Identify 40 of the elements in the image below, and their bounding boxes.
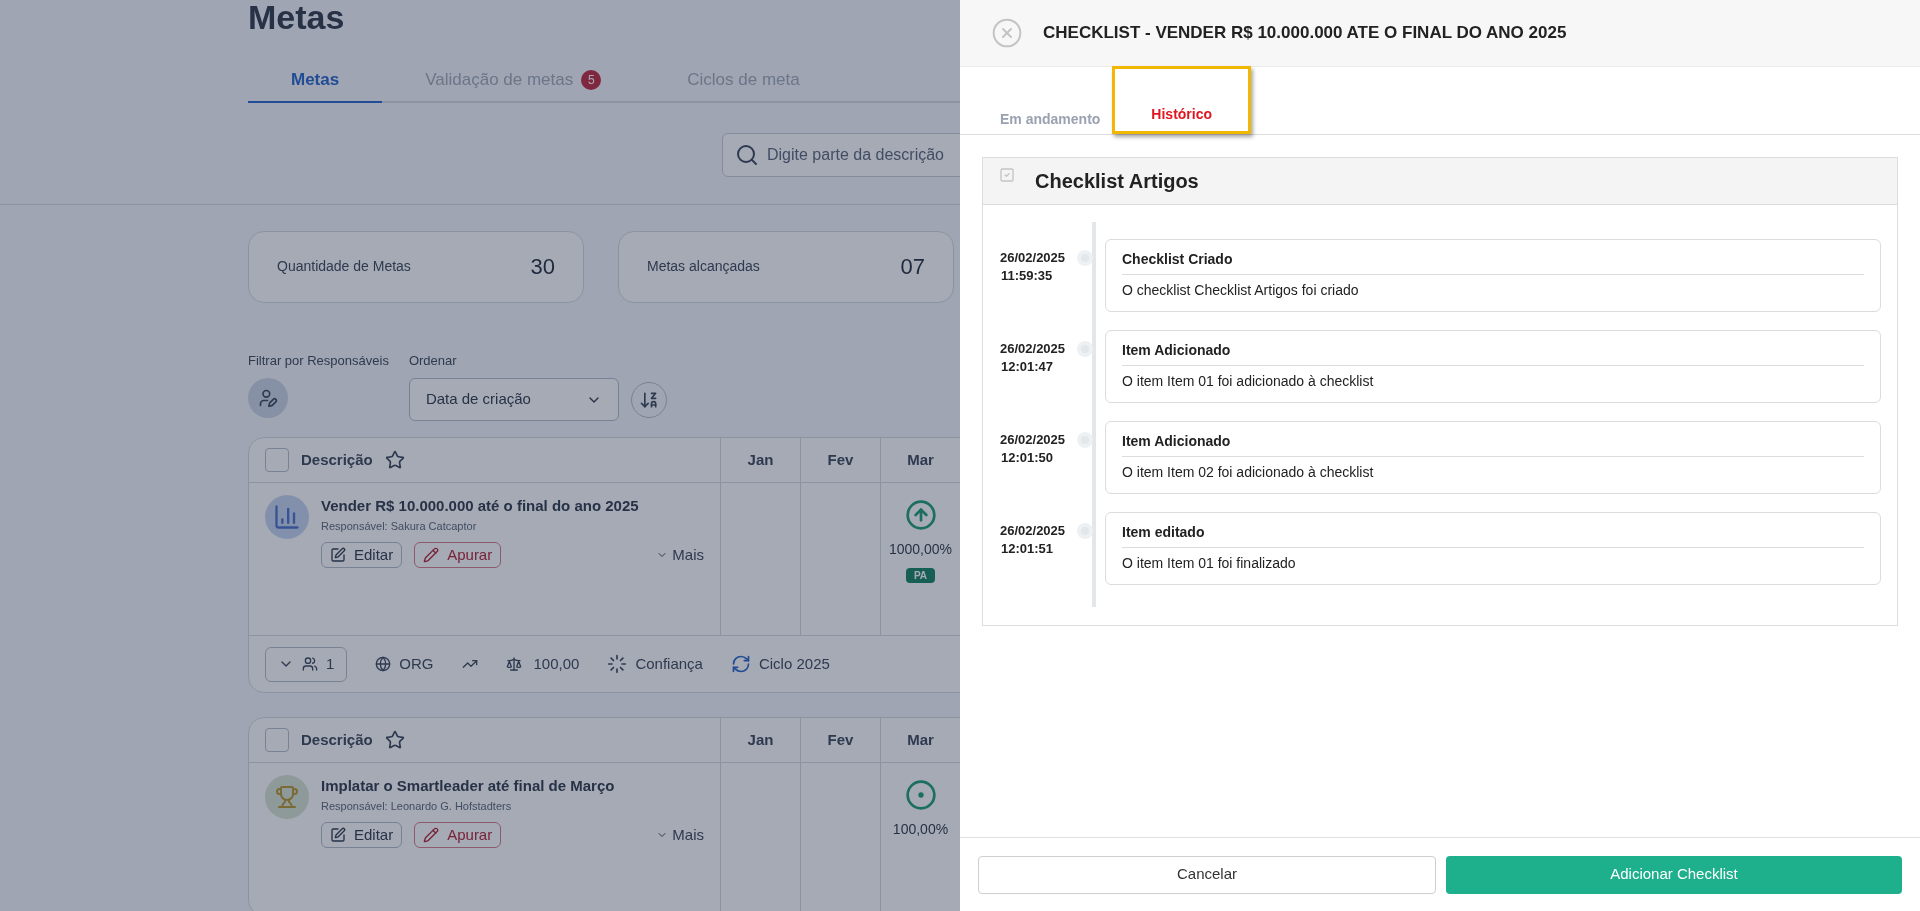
event-text: O item Item 01 foi adicionado à checklist [1122, 372, 1375, 391]
event-date: 26/02/2025 [1000, 249, 1067, 267]
event-title: Item Adicionado [1122, 340, 1864, 366]
column-header: Descrição [301, 449, 373, 470]
event-time: 12:01:47 [1000, 358, 1055, 376]
column-header: Descrição [301, 729, 373, 750]
sort-label: Ordenar [408, 351, 458, 370]
event-date: 26/02/2025 [1000, 340, 1067, 358]
weight-text: 100,00 [533, 653, 580, 674]
stat-label: Quantidade de Metas [277, 257, 411, 276]
stat-label: Metas alcançadas [647, 257, 760, 276]
event-text: O item Item 02 foi adicionado à checklist [1122, 463, 1375, 482]
page-title: Metas [248, 0, 345, 38]
responsible-text: Responsável: Sakura Catcaptor [321, 518, 478, 534]
event-text: O checklist Checklist Artigos foi criado [1122, 281, 1360, 300]
column-header: Fev [801, 438, 881, 482]
scope-text: ORG [399, 653, 434, 674]
stat-value: 07 [900, 253, 925, 281]
count-badge: 5 [581, 69, 602, 90]
event-title: Item editado [1122, 522, 1864, 548]
event-text: O item Item 01 foi finalizado [1122, 554, 1297, 573]
confidence-text: Confiança [635, 653, 703, 674]
stat-value: 30 [530, 253, 555, 281]
status-badge: PA [905, 568, 936, 583]
event-date: 26/02/2025 [1000, 522, 1067, 540]
cycle-text: Ciclo 2025 [758, 653, 830, 674]
column-header: Jan [721, 438, 801, 482]
percent-text: 100,00% [892, 820, 949, 839]
column-header: Jan [721, 718, 801, 762]
event-title: Item Adicionado [1122, 431, 1864, 457]
event-time: 11:59:35 [1000, 267, 1054, 285]
filter-label: Filtrar por Responsáveis [248, 351, 389, 370]
event-time: 12:01:51 [1000, 540, 1055, 558]
event-date: 26/02/2025 [1000, 431, 1067, 449]
responsible-text: Responsável: Leonardo G. Hofstadters [321, 798, 513, 814]
event-time: 12:01:50 [1000, 449, 1055, 467]
percent-text: 1000,00% [888, 540, 953, 559]
event-title: Checklist Criado [1122, 249, 1864, 275]
panel-title: CHECKLIST - VENDER R$ 10.000.000 ATE O FINAL DO ANO 2025 [1043, 22, 1567, 45]
column-header: Fev [801, 718, 881, 762]
